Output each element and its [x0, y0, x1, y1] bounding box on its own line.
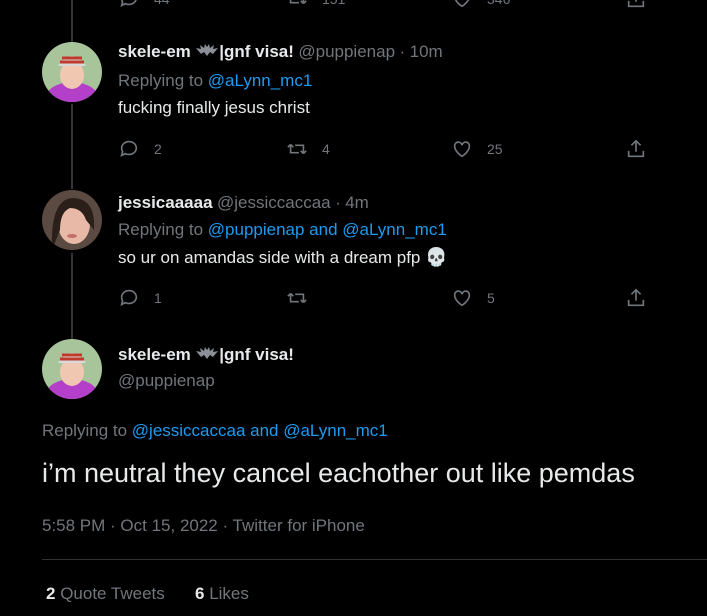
- share-button[interactable]: [625, 0, 647, 10]
- replying-to: Replying to @jessiccaccaa and @aLynn_mc1: [42, 421, 388, 440]
- retweet-icon: [287, 143, 307, 155]
- avatar[interactable]: [42, 190, 102, 250]
- reply-mention-link[interactable]: @puppienap and @aLynn_mc1: [208, 220, 447, 239]
- tweet-text: fucking finally jesus christ: [118, 98, 310, 117]
- likes-stat[interactable]: 6 Likes: [195, 584, 249, 604]
- like-button[interactable]: 5: [451, 287, 495, 309]
- display-name-suffix: |gnf visa!: [219, 345, 294, 364]
- thread-line: [71, 0, 73, 42]
- like-button[interactable]: 346: [451, 0, 510, 10]
- thread-line: [71, 104, 73, 189]
- reply-count: 2: [154, 141, 162, 157]
- quote-tweets-stat[interactable]: 2 Quote Tweets: [46, 584, 165, 604]
- user-handle[interactable]: @puppienap: [118, 371, 215, 391]
- quote-count: 2: [46, 584, 56, 603]
- like-count: 346: [487, 0, 510, 7]
- retweet-button[interactable]: [286, 287, 322, 309]
- display-name-suffix: |gnf visa!: [219, 42, 294, 61]
- like-button[interactable]: 25: [451, 138, 503, 160]
- reply-button[interactable]: 44: [118, 0, 170, 10]
- replying-to: Replying to @puppienap and @aLynn_mc1: [118, 220, 447, 239]
- display-name[interactable]: skele-em: [118, 345, 191, 364]
- reply-count: 1: [154, 290, 162, 306]
- bat-emoji-icon: [196, 44, 219, 56]
- divider: [42, 559, 707, 560]
- reply-mention-link[interactable]: @jessiccaccaa and @aLynn_mc1: [132, 421, 388, 440]
- display-name[interactable]: skele-em: [118, 42, 191, 61]
- quote-label: Quote Tweets: [60, 584, 165, 603]
- tweet-timestamp[interactable]: 5:58 PM · Oct 15, 2022 · Twitter for iPh…: [42, 516, 365, 536]
- like-count: 25: [487, 141, 503, 157]
- retweet-button[interactable]: 151: [286, 0, 345, 10]
- main-tweet-text: i’m neutral they cancel eachother out li…: [42, 458, 635, 488]
- share-icon: [627, 0, 645, 8]
- separator: ·: [335, 193, 341, 212]
- reply-button[interactable]: 2: [118, 138, 162, 160]
- retweet-icon: [287, 292, 307, 304]
- share-button[interactable]: [625, 287, 647, 309]
- avatar[interactable]: [42, 339, 102, 399]
- tweet-text: so ur on amandas side with a dream pfp 💀: [118, 247, 448, 267]
- retweet-icon: [289, 0, 307, 5]
- skull-emoji: 💀: [425, 247, 448, 267]
- share-icon: [627, 139, 645, 158]
- timestamp[interactable]: 10m: [410, 42, 443, 61]
- reply-icon: [120, 0, 137, 7]
- reply-count: 44: [154, 0, 170, 7]
- display-name[interactable]: jessicaaaaa: [118, 193, 213, 212]
- heart-icon: [454, 0, 470, 8]
- reply-mention-link[interactable]: @aLynn_mc1: [208, 71, 313, 90]
- separator: ·: [399, 42, 406, 61]
- heart-icon: [453, 290, 471, 307]
- share-icon: [627, 288, 645, 307]
- retweet-button[interactable]: 4: [286, 138, 330, 160]
- timestamp[interactable]: 4m: [345, 193, 369, 212]
- share-button[interactable]: [625, 138, 647, 160]
- avatar[interactable]: [42, 42, 102, 102]
- heart-icon: [453, 141, 471, 158]
- user-handle[interactable]: @puppienap: [298, 42, 395, 61]
- user-handle[interactable]: @jessiccaccaa: [217, 193, 331, 212]
- reply-button[interactable]: 1: [118, 287, 162, 309]
- like-count: 5: [487, 290, 495, 306]
- reply-icon: [120, 289, 138, 306]
- likes-count: 6: [195, 584, 205, 603]
- retweet-count: 4: [322, 141, 330, 157]
- replying-to: Replying to @aLynn_mc1: [118, 71, 313, 90]
- thread-line: [71, 253, 73, 339]
- reply-icon: [120, 140, 138, 157]
- retweet-count: 151: [322, 0, 345, 7]
- bat-emoji-icon: [196, 347, 219, 359]
- likes-label: Likes: [209, 584, 249, 603]
